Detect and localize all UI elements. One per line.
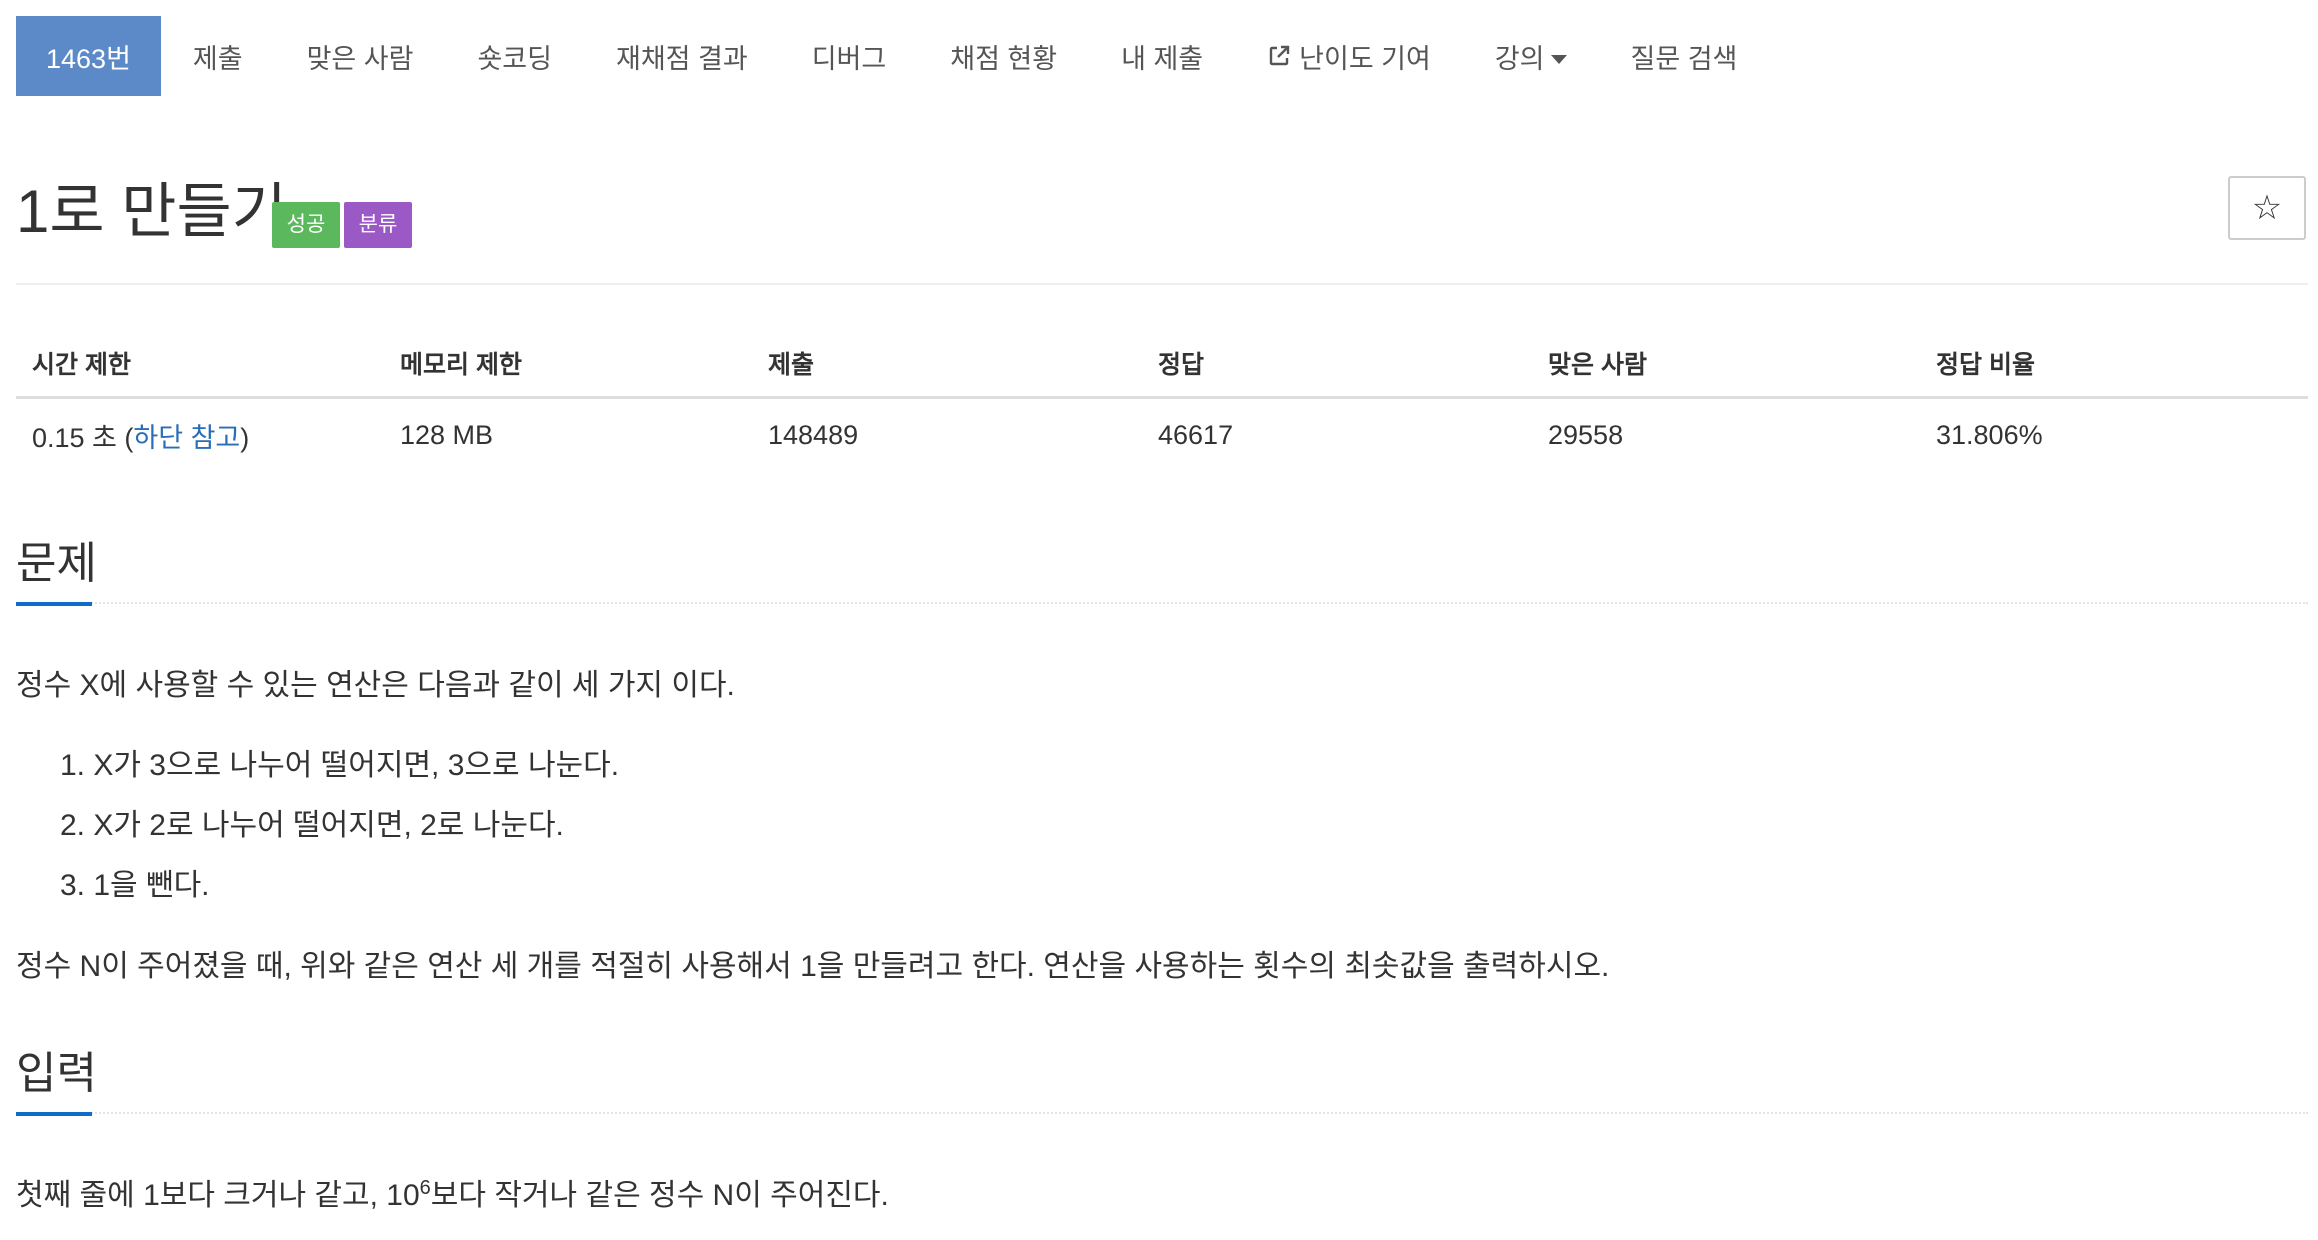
header-submissions: 제출 <box>768 351 815 379</box>
problem-section-header: 문제 <box>16 532 2308 606</box>
section-divider <box>16 1112 2308 1114</box>
accepted-value: 46617 <box>1158 419 1234 450</box>
header-solvers: 맞은 사람 <box>1548 351 1647 379</box>
tab-problem-number[interactable]: 1463번 <box>16 16 161 96</box>
time-limit-value: 0.15 초 (하단 참고) <box>16 416 384 455</box>
tab-rejudge-results[interactable]: 재채점 결과 <box>584 16 780 96</box>
time-limit-suffix: ) <box>240 422 250 453</box>
ratio-value: 31.806% <box>1936 419 2043 450</box>
tab-question-search[interactable]: 질문 검색 <box>1599 16 1770 96</box>
solvers-value: 29558 <box>1548 419 1624 450</box>
tab-my-submissions[interactable]: 내 제출 <box>1089 16 1235 96</box>
tab-difficulty-label: 난이도 기여 <box>1299 43 1431 74</box>
list-item: 3. 1을 뺀다. <box>60 869 210 902</box>
external-link-icon <box>1269 45 1290 66</box>
input-description: 첫째 줄에 1보다 크거나 같고, 106보다 작거나 같은 정수 N이 주어진… <box>16 1176 889 1216</box>
star-icon: ☆ <box>2251 189 2283 227</box>
input-text-prefix: 첫째 줄에 1보다 크거나 같고, 10 <box>16 1179 420 1212</box>
section-underline <box>16 602 92 606</box>
input-section-header: 입력 <box>16 1042 2308 1116</box>
problem-intro-text: 정수 X에 사용할 수 있는 연산은 다음과 같이 세 가지 이다. <box>16 669 735 702</box>
tab-lectures-label: 강의 <box>1494 43 1545 74</box>
tab-submit[interactable]: 제출 <box>161 16 275 96</box>
problem-goal-text: 정수 N이 주어졌을 때, 위와 같은 연산 세 개를 적절히 사용해서 1을 … <box>16 950 1610 983</box>
problem-title-row: 1로 만들기 성공 분류 ☆ <box>16 168 2308 278</box>
problem-info-table: 시간 제한 메모리 제한 제출 정답 맞은 사람 정답 비율 0.15 초 (하… <box>16 330 2308 471</box>
tab-difficulty-contribution[interactable]: 난이도 기여 <box>1235 16 1463 96</box>
input-text-suffix: 보다 작거나 같은 정수 N이 주어진다. <box>430 1179 889 1212</box>
table-header-row: 시간 제한 메모리 제한 제출 정답 맞은 사람 정답 비율 <box>16 330 2308 399</box>
tab-short-coding[interactable]: 숏코딩 <box>445 16 584 96</box>
header-ratio: 정답 비율 <box>1936 351 2035 379</box>
input-section-title: 입력 <box>16 1049 97 1098</box>
header-accepted: 정답 <box>1158 351 1205 379</box>
category-badge[interactable]: 분류 <box>344 202 412 248</box>
section-underline <box>16 1112 92 1116</box>
problem-section-title: 문제 <box>16 539 97 588</box>
caret-down-icon <box>1550 54 1567 64</box>
memory-limit-value: 128 MB <box>400 419 494 450</box>
problem-tabs: 1463번 제출 맞은 사람 숏코딩 재채점 결과 디버그 채점 현황 내 제출… <box>16 0 1769 96</box>
tab-solvers[interactable]: 맞은 사람 <box>275 16 446 96</box>
list-item: 2. X가 2로 나누어 떨어지면, 2로 나눈다. <box>60 809 564 842</box>
list-item: 1. X가 3으로 나누어 떨어지면, 3으로 나눈다. <box>60 749 620 782</box>
tab-judge-status[interactable]: 채점 현황 <box>918 16 1089 96</box>
status-badge-success[interactable]: 성공 <box>272 202 340 248</box>
table-row: 0.15 초 (하단 참고) 128 MB 148489 46617 29558… <box>16 399 2308 471</box>
page-title: 1로 만들기 <box>16 178 287 245</box>
time-limit-note-link[interactable]: 하단 참고 <box>133 423 240 453</box>
input-exponent: 6 <box>419 1177 431 1199</box>
time-limit-text: 0.15 초 ( <box>32 422 134 453</box>
tab-lectures-dropdown[interactable]: 강의 <box>1463 16 1599 96</box>
section-divider <box>16 602 2308 604</box>
tab-debug[interactable]: 디버그 <box>780 16 919 96</box>
title-divider <box>16 283 2308 285</box>
header-time-limit: 시간 제한 <box>32 351 131 379</box>
submissions-value: 148489 <box>768 419 859 450</box>
favorite-star-button[interactable]: ☆ <box>2228 176 2306 240</box>
header-memory-limit: 메모리 제한 <box>400 351 522 379</box>
